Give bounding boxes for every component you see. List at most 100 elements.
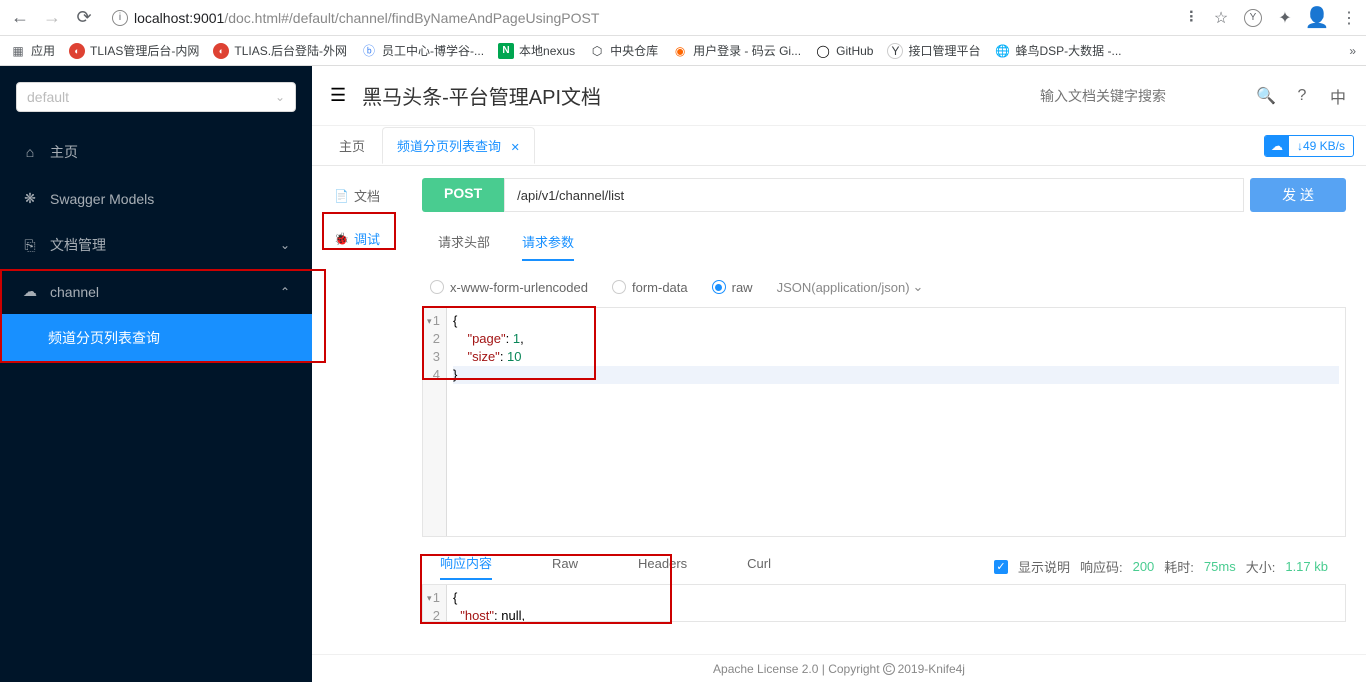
bookmark-item[interactable]: ⓑ员工中心-博学谷-...	[361, 42, 484, 59]
bookmark-item[interactable]: ⬡中央仓库	[589, 42, 658, 59]
extensions-icon[interactable]: ✦	[1276, 9, 1294, 27]
sidebar-subitem-channel-list[interactable]: 频道分页列表查询	[0, 314, 312, 362]
bookmarks-bar: ▦应用 ◐TLIAS管理后台-内网 ◐TLIAS.后台登陆-外网 ⓑ员工中心-博…	[0, 36, 1366, 66]
api-url-input[interactable]	[504, 178, 1244, 212]
bookmark-item[interactable]: ◯ GitHub	[815, 43, 873, 59]
side-tab-label: 文档	[354, 186, 380, 205]
content-type-select[interactable]: JSON(application/json)⌄	[777, 279, 924, 295]
radio-urlencoded[interactable]: x-www-form-urlencoded	[430, 280, 588, 295]
bookmark-star-icon[interactable]: ☆	[1212, 9, 1230, 27]
content-type-label: JSON(application/json)	[777, 280, 910, 295]
bookmark-icon: ⬡	[589, 43, 605, 59]
radio-label: x-www-form-urlencoded	[450, 280, 588, 295]
tab-response-headers[interactable]: Headers	[638, 556, 687, 577]
response-info: ✓ 显示说明 响应码: 200 耗时: 75ms 大小: 1.17 kb	[994, 557, 1328, 576]
radio-label: form-data	[632, 280, 688, 295]
extension-icon[interactable]: Y	[1244, 9, 1262, 27]
tab-home[interactable]: 主页	[324, 127, 380, 164]
response-tabs: 响应内容 Raw Headers Curl ✓ 显示说明 响应码: 200 耗时…	[422, 547, 1346, 580]
back-button[interactable]: ←	[8, 6, 32, 30]
footer-text: 2019-Knife4j	[898, 662, 965, 676]
side-tabs: 📄 文档 🐞 调试	[312, 166, 402, 654]
code-line: "host": null,	[453, 607, 1339, 622]
tab-response-curl[interactable]: Curl	[747, 556, 771, 577]
language-toggle[interactable]: 中	[1328, 84, 1348, 108]
bookmark-label: 本地nexus	[519, 42, 575, 59]
group-select[interactable]: default ⌄	[16, 82, 296, 112]
menu-icon[interactable]: ⋮	[1340, 9, 1358, 27]
response-section: 响应内容 Raw Headers Curl ✓ 显示说明 响应码: 200 耗时…	[422, 547, 1346, 622]
forward-button[interactable]: →	[40, 6, 64, 30]
tabs-bar: 主页 频道分页列表查询 ✕ ☁ ↓49 KB/s	[312, 126, 1366, 166]
radio-icon	[430, 280, 444, 294]
bookmark-item[interactable]: ◐TLIAS管理后台-内网	[69, 42, 199, 59]
footer-text: Apache License 2.0 | Copyright	[713, 662, 880, 676]
search-input[interactable]	[1040, 88, 1240, 104]
side-tab-doc[interactable]: 📄 文档	[312, 174, 402, 217]
radio-label: raw	[732, 280, 753, 295]
tab-request-headers[interactable]: 请求头部	[438, 232, 490, 261]
home-icon: ⌂	[22, 144, 38, 160]
bookmark-label: 用户登录 - 码云 Gi...	[693, 42, 801, 59]
bookmarks-overflow[interactable]: »	[1349, 44, 1356, 58]
response-body-viewer[interactable]: 1▾2 { "host": null,	[422, 584, 1346, 622]
side-tab-label: 调试	[354, 229, 380, 248]
close-tab-icon[interactable]: ✕	[511, 142, 520, 154]
speed-badge: ☁ ↓49 KB/s	[1264, 135, 1354, 157]
sidebar-item-docs[interactable]: ⎘ 文档管理 ⌄	[0, 221, 312, 269]
resp-time-label: 耗时:	[1164, 557, 1194, 576]
http-method-badge: POST	[422, 178, 504, 212]
radio-raw[interactable]: raw	[712, 280, 753, 295]
body-type-row: x-www-form-urlencoded form-data raw JSON…	[422, 267, 1346, 307]
send-button[interactable]: 发 送	[1250, 178, 1346, 212]
github-icon: ◯	[815, 43, 831, 59]
tab-label: 主页	[339, 139, 365, 154]
reload-button[interactable]: ⟳	[72, 6, 96, 30]
doc-icon: 📄	[334, 189, 349, 203]
bookmark-icon: N	[498, 43, 514, 59]
sidebar-item-label: 文档管理	[50, 235, 106, 255]
bookmark-icon: Y	[887, 43, 903, 59]
show-desc-checkbox[interactable]: ✓	[994, 560, 1008, 574]
bookmark-item[interactable]: ◐TLIAS.后台登陆-外网	[213, 42, 347, 59]
radio-formdata[interactable]: form-data	[612, 280, 688, 295]
tab-request-params[interactable]: 请求参数	[522, 232, 574, 261]
radio-icon	[612, 280, 626, 294]
tab-response-content[interactable]: 响应内容	[440, 553, 492, 580]
sidebar: default ⌄ ⌂ 主页 ❋ Swagger Models ⎘ 文档管理 ⌄…	[0, 66, 312, 682]
api-panel: POST 发 送 请求头部 请求参数 x-www-form-urlencoded…	[402, 166, 1366, 654]
side-tab-debug[interactable]: 🐞 调试	[312, 217, 402, 260]
chevron-up-icon: ⌃	[280, 285, 290, 299]
bookmark-label: GitHub	[836, 44, 873, 58]
radio-icon	[712, 280, 726, 294]
bookmark-item[interactable]: 🌐蜂鸟DSP-大数据 -...	[994, 42, 1121, 59]
resp-size-value: 1.17 kb	[1285, 559, 1328, 574]
help-icon[interactable]: ?	[1292, 87, 1312, 105]
tab-channel-list[interactable]: 频道分页列表查询 ✕	[382, 127, 535, 164]
request-body-editor[interactable]: 1▾234 { "page": 1, "size": 10 }	[422, 307, 1346, 537]
tab-response-raw[interactable]: Raw	[552, 556, 578, 577]
profile-icon[interactable]: 👤	[1308, 9, 1326, 27]
request-url-row: POST 发 送	[422, 178, 1346, 212]
bookmark-label: 蜂鸟DSP-大数据 -...	[1015, 42, 1121, 59]
bookmark-item[interactable]: Y 接口管理平台	[887, 42, 980, 59]
sidebar-item-swagger[interactable]: ❋ Swagger Models	[0, 176, 312, 221]
search-icon[interactable]: 🔍	[1256, 86, 1276, 106]
bookmark-icon: ◉	[672, 43, 688, 59]
sidebar-item-channel[interactable]: ☁ channel ⌃	[0, 269, 312, 314]
apps-bookmark[interactable]: ▦应用	[10, 42, 55, 59]
bookmark-label: 接口管理平台	[908, 42, 980, 59]
collapse-sidebar-button[interactable]: ☰	[330, 85, 346, 106]
chevron-down-icon: ⌄	[913, 279, 924, 295]
code-body: { "host": null,	[447, 585, 1345, 621]
footer: Apache License 2.0 | Copyright C 2019-Kn…	[312, 654, 1366, 682]
bookmark-item[interactable]: ◉ 用户登录 - 码云 Gi...	[672, 42, 801, 59]
code-body[interactable]: { "page": 1, "size": 10 }	[447, 308, 1345, 536]
bookmark-label: 应用	[31, 42, 55, 59]
sidebar-item-home[interactable]: ⌂ 主页	[0, 128, 312, 176]
translate-icon[interactable]: ⠸	[1180, 9, 1198, 27]
address-bar[interactable]: i localhost:9001/doc.html#/default/chann…	[104, 10, 1172, 26]
bug-icon: 🐞	[334, 232, 349, 246]
bookmark-item[interactable]: N 本地nexus	[498, 42, 575, 59]
sidebar-item-label: 频道分页列表查询	[48, 330, 160, 346]
